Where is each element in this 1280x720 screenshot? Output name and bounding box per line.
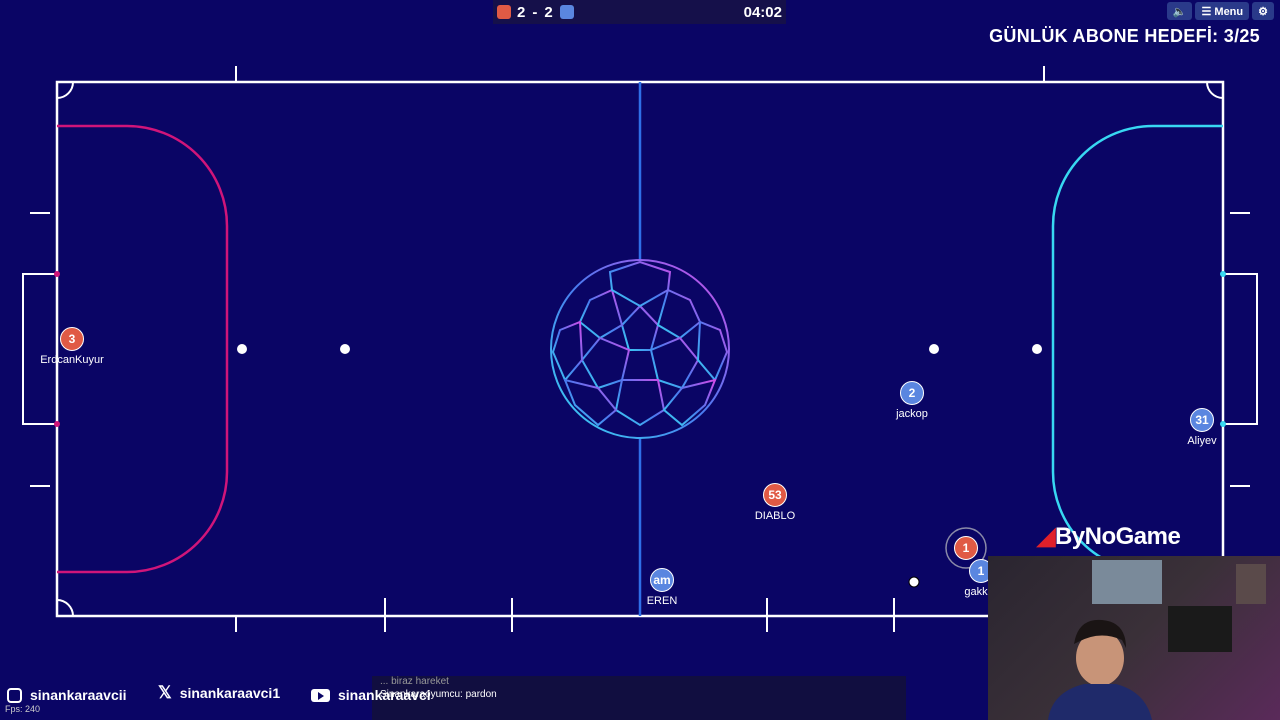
player-name: DIABLO (754, 510, 796, 522)
x-icon: 𝕏 (158, 683, 172, 702)
sound-button[interactable]: 🔈 (1166, 2, 1193, 20)
score-separator: - (532, 3, 539, 21)
corner-arc (56, 599, 74, 617)
x-handle: sinankaraavci1 (179, 685, 281, 701)
player-name: ErdcanKuyur (40, 354, 104, 366)
player-marker: 1 (954, 536, 978, 560)
player-marker: 2 (900, 381, 924, 405)
instagram-icon (7, 687, 22, 703)
chat-message: ... biraz hareket (380, 676, 449, 687)
instagram-handle: sinankaraavcii (30, 687, 127, 703)
youtube-icon (311, 688, 330, 702)
webcam-overlay (988, 556, 1280, 720)
corner-arc (56, 81, 74, 99)
subscriber-goal: GÜNLÜK ABONE HEDEFİ: 3/25 (989, 26, 1260, 46)
social-instagram: sinankaraavcii (7, 687, 127, 703)
match-timer: 04:02 (743, 3, 782, 21)
player-name: EREN (646, 595, 678, 607)
menu-button[interactable]: ☰ Menu (1195, 2, 1250, 20)
corner-arc (1206, 81, 1224, 99)
player-marker: 3 (60, 327, 84, 351)
red-score: 2 (517, 3, 527, 21)
player-name: Aliyev (1187, 435, 1217, 447)
social-x: 𝕏 sinankaraavci1 (158, 683, 280, 703)
fps-counter: Fps: 240 (5, 704, 41, 714)
scoreboard: 2 - 2 04:02 (493, 0, 786, 24)
player-marker: 31 (1190, 408, 1214, 432)
brand-mark-icon: ◢ (1037, 523, 1055, 550)
streamer-figure (1048, 619, 1152, 720)
player-marker: 53 (763, 483, 787, 507)
right-goal (1223, 273, 1258, 425)
blue-team-color (559, 5, 574, 19)
youtube-handle: sinankaraavci (338, 687, 431, 703)
wall-poster (1236, 564, 1266, 604)
speaker-icon: 🔈 (1172, 5, 1187, 18)
player-marker: am (650, 568, 674, 592)
left-goal (22, 273, 57, 425)
left-penalty-arc (57, 124, 229, 574)
player-name: jackop (896, 408, 928, 420)
settings-button[interactable]: ⚙ (1252, 2, 1274, 20)
game-ball (908, 576, 920, 588)
blue-score: 2 (544, 3, 554, 21)
brand-logo: ◢ByNoGame (1037, 523, 1181, 550)
top-controls: 🔈 ☰ Menu ⚙ (1166, 2, 1274, 20)
red-team-color (497, 5, 511, 19)
wall-poster (1168, 606, 1232, 652)
right-penalty-arc (1051, 124, 1223, 574)
center-ball-logo-icon (550, 259, 730, 439)
social-youtube: sinankaraavci (311, 687, 431, 703)
player-name: gakk (964, 586, 988, 598)
gear-icon: ⚙ (1258, 5, 1268, 18)
chat-panel: ... biraz hareket Sinankaraoyumcu: pardo… (372, 676, 906, 720)
